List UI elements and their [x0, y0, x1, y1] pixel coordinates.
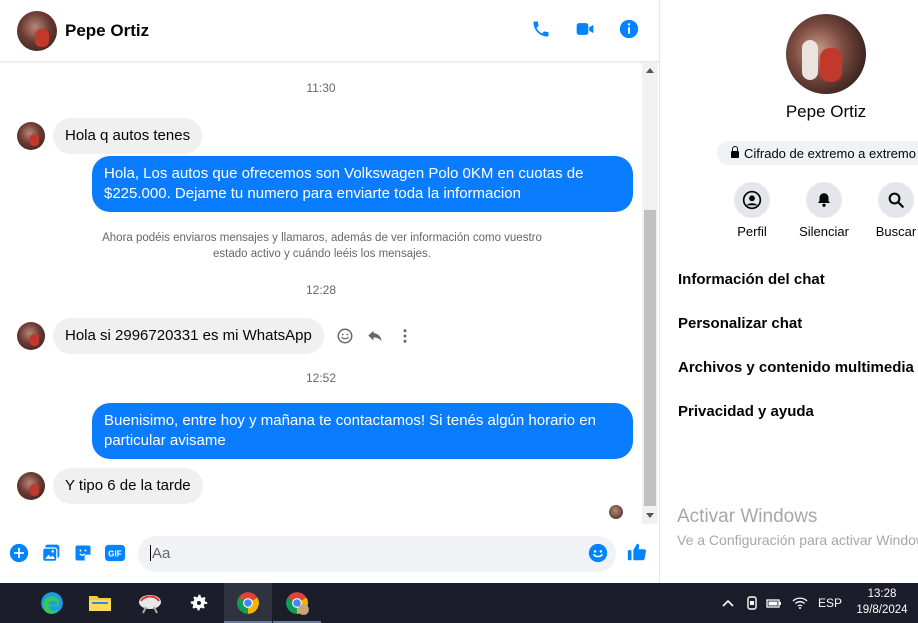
svg-text:GIF: GIF [108, 550, 122, 559]
scroll-up-arrow[interactable] [646, 68, 654, 73]
device-icon[interactable] [746, 596, 758, 610]
timestamp: 12:28 [305, 283, 337, 297]
system-tray: ESP [722, 583, 842, 623]
plus-icon[interactable] [8, 542, 30, 564]
timestamp: 11:30 [306, 81, 336, 95]
mute-label: Silenciar [799, 224, 849, 239]
message-input[interactable]: Aa [138, 536, 616, 572]
sticker-icon[interactable] [72, 542, 94, 564]
search-icon [878, 182, 914, 218]
chrome-profile-icon[interactable] [273, 583, 321, 623]
screen: Pepe Ortiz 11:30 Hola q autos tenes Hola… [0, 0, 918, 623]
incoming-message: Hola si 2996720331 es mi WhatsApp [17, 318, 414, 354]
contact-name[interactable]: Pepe Ortiz [65, 21, 149, 41]
chrome-icon[interactable] [224, 583, 272, 623]
message-bubble[interactable]: Hola q autos tenes [53, 118, 203, 154]
settings-gear-icon[interactable] [175, 583, 223, 623]
emoji-icon[interactable] [587, 542, 609, 564]
info-icon[interactable] [618, 18, 640, 40]
panel-avatar[interactable] [786, 14, 866, 94]
panel-contact-name: Pepe Ortiz [785, 102, 867, 121]
message-bubble[interactable]: Y tipo 6 de la tarde [53, 468, 203, 504]
scroll-thumb[interactable] [644, 210, 656, 506]
react-icon[interactable] [336, 327, 354, 345]
phone-icon[interactable] [530, 18, 552, 40]
panel-item-customize-chat[interactable]: Personalizar chat [678, 315, 802, 332]
outgoing-message[interactable]: Hola, Los autos que ofrecemos son Volksw… [92, 156, 633, 212]
file-explorer-icon[interactable] [76, 583, 124, 623]
timestamp: 12:52 [305, 371, 337, 385]
chat-window: Pepe Ortiz 11:30 Hola q autos tenes Hola… [0, 0, 660, 583]
profile-icon [734, 182, 770, 218]
lock-icon [731, 145, 739, 158]
task-view-icon[interactable] [0, 583, 12, 623]
mute-action[interactable]: Silenciar [794, 182, 854, 239]
message-input-placeholder: Aa [152, 545, 171, 562]
chat-header: Pepe Ortiz [0, 0, 660, 62]
sender-avatar[interactable] [17, 472, 45, 500]
gif-icon[interactable]: GIF [104, 542, 126, 564]
contact-avatar[interactable] [17, 10, 57, 51]
message-list[interactable]: 11:30 Hola q autos tenes Hola, Los autos… [0, 62, 642, 524]
message-bubble[interactable]: Hola si 2996720331 es mi WhatsApp [53, 318, 324, 354]
video-icon[interactable] [574, 18, 596, 40]
bell-icon [806, 182, 842, 218]
clock[interactable]: 13:28 19/8/2024 [852, 586, 912, 618]
profile-label: Perfil [737, 224, 767, 239]
windows-activation-watermark: Activar Windows Ve a Configuración para … [677, 506, 918, 548]
panel-item-chat-info[interactable]: Información del chat [678, 271, 825, 288]
more-options-icon[interactable] [396, 327, 414, 345]
privacy-notice: Ahora podéis enviaros mensajes y llamaro… [102, 232, 542, 260]
scrollbar[interactable] [642, 62, 658, 524]
show-hidden-icons-icon[interactable] [722, 599, 734, 607]
profile-action[interactable]: Perfil [722, 182, 782, 239]
reply-icon[interactable] [366, 327, 384, 345]
clock-time: 13:28 [867, 588, 897, 600]
search-label: Buscar [875, 224, 917, 239]
message-tools [336, 327, 414, 345]
taskbar: ESP 13:28 19/8/2024 [0, 583, 918, 623]
search-action[interactable]: Buscar [866, 182, 918, 239]
gallery-icon[interactable] [40, 542, 62, 564]
details-panel: Pepe Ortiz Cifrado de extremo a extremo … [661, 0, 918, 583]
outgoing-message[interactable]: Buenisimo, entre hoy y mañana te contact… [92, 403, 633, 459]
language-indicator[interactable]: ESP [818, 596, 842, 610]
edge-browser-icon[interactable] [28, 583, 76, 623]
sender-avatar[interactable] [17, 122, 45, 150]
scroll-down-arrow[interactable] [646, 513, 654, 518]
encryption-label: Cifrado de extremo a extremo [744, 145, 916, 161]
watermark-title: Activar Windows [677, 506, 818, 527]
sender-avatar[interactable] [17, 322, 45, 350]
composer: GIF Aa [0, 532, 660, 576]
header-actions [530, 18, 640, 40]
panel-item-media-files[interactable]: Archivos y contenido multimedia [678, 359, 914, 376]
app-icon[interactable] [126, 583, 174, 623]
incoming-message: Hola q autos tenes [17, 118, 203, 154]
encryption-badge[interactable]: Cifrado de extremo a extremo [717, 141, 918, 165]
incoming-message: Y tipo 6 de la tarde [17, 468, 203, 504]
wifi-icon[interactable] [792, 597, 808, 609]
seen-receipt-avatar [609, 505, 623, 519]
like-icon[interactable] [626, 541, 648, 563]
panel-item-privacy-support[interactable]: Privacidad y ayuda [678, 403, 814, 420]
clock-date: 19/8/2024 [856, 604, 908, 616]
watermark-subtitle: Ve a Configuración para activar Windows. [677, 532, 918, 548]
battery-icon[interactable] [766, 597, 782, 609]
